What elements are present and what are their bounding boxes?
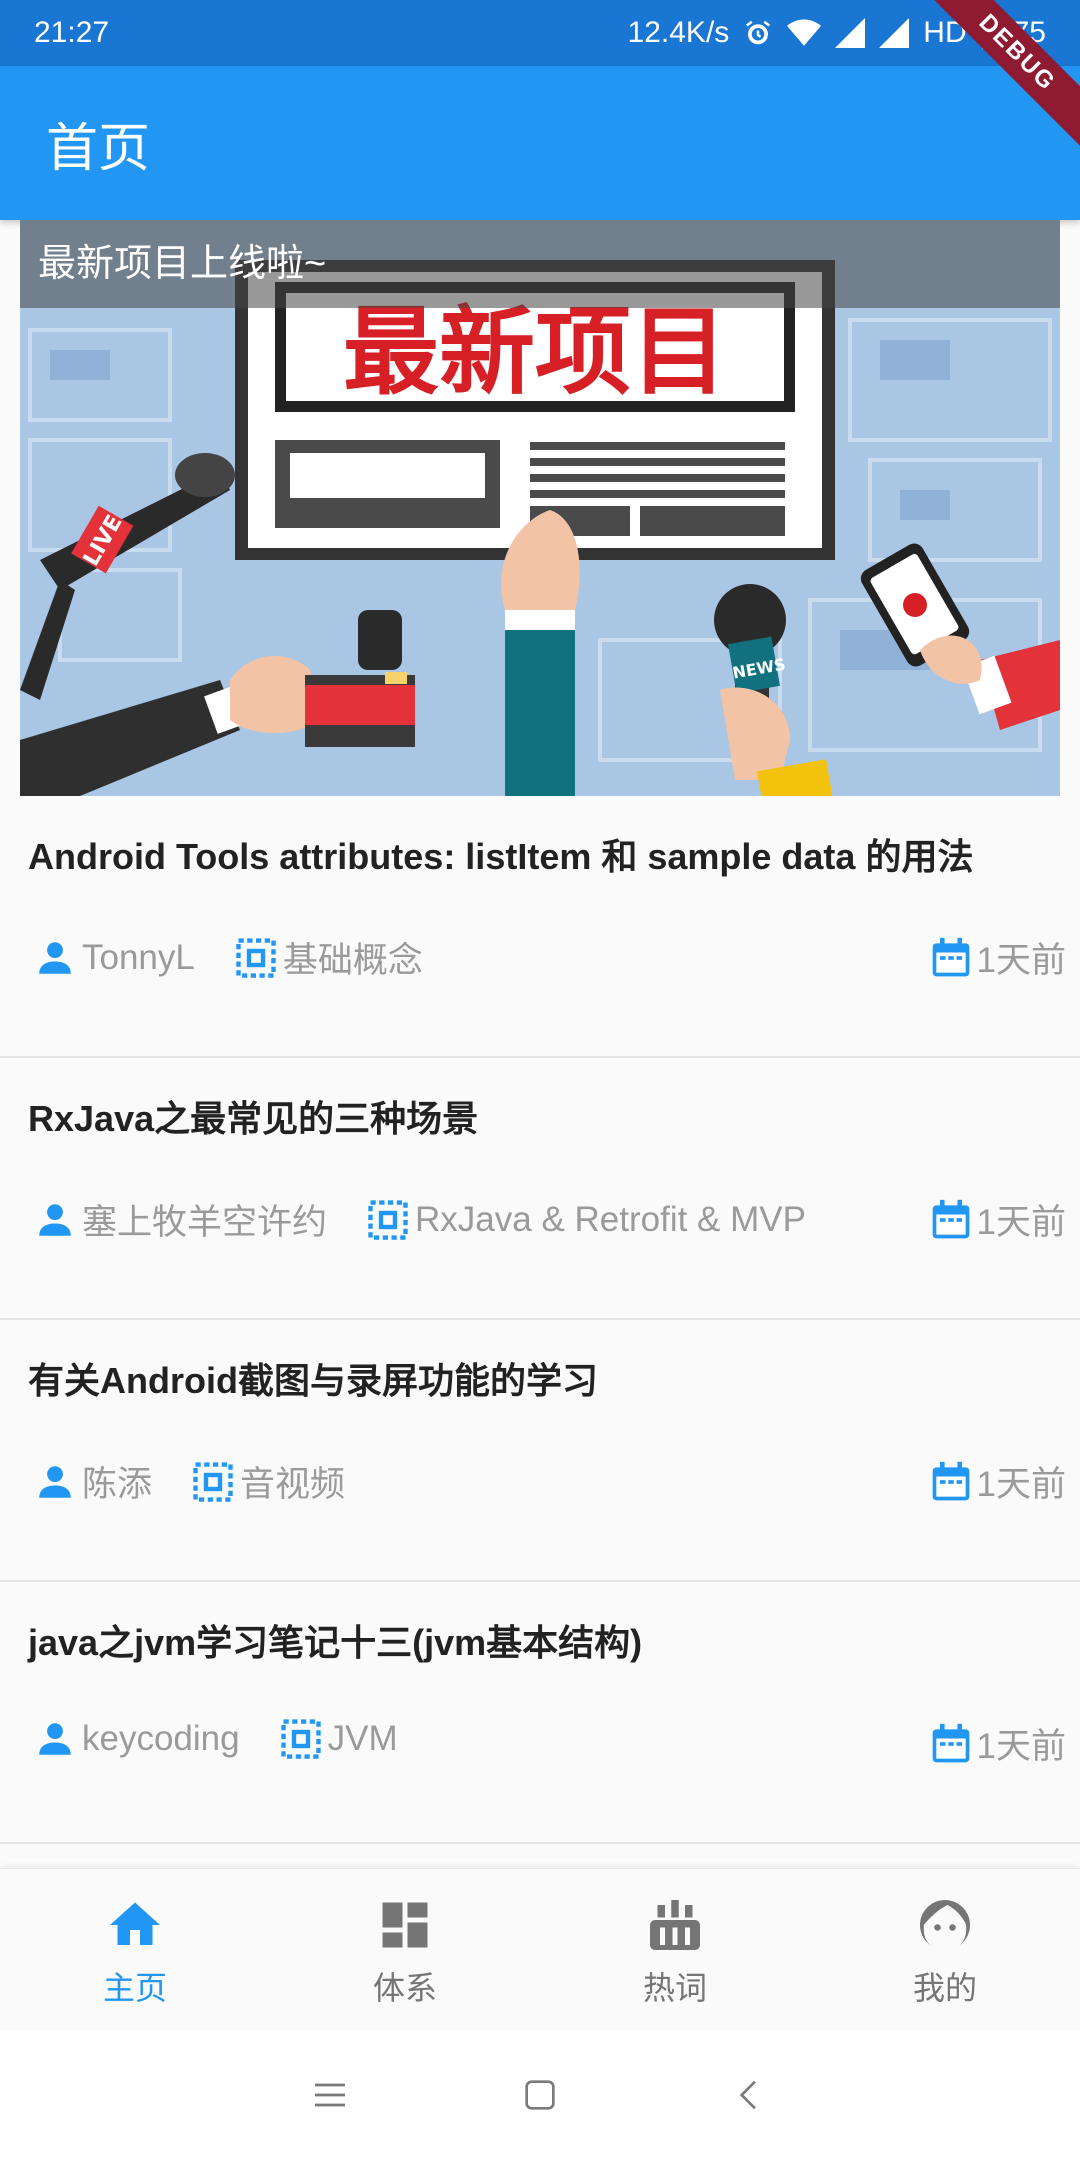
app-bar: 首页 xyxy=(0,66,1080,220)
article-title: 有关Android截图与录屏功能的学习 xyxy=(28,1360,598,1401)
date-label: 1天前 xyxy=(976,1727,1066,1766)
menu-icon[interactable] xyxy=(310,2075,350,2115)
nav-system-label: 体系 xyxy=(372,1970,437,2006)
category-chip[interactable]: 基础概念 xyxy=(235,932,423,983)
signal-icon xyxy=(835,18,866,48)
category-name: JVM xyxy=(327,1719,398,1758)
nav-hot-label: 热词 xyxy=(642,1970,707,2006)
author-name: 陈添 xyxy=(82,1465,153,1504)
category-icon xyxy=(193,1461,233,1502)
article-title: RxJava之最常见的三种场景 xyxy=(28,1098,479,1139)
hot-icon xyxy=(650,1900,700,1950)
list-item[interactable]: java之jvm学习笔记十三(jvm基本结构) keycoding JVM 1天… xyxy=(0,1582,1080,1844)
home-button-icon[interactable] xyxy=(520,2075,560,2115)
date-label: 1天前 xyxy=(976,1203,1066,1242)
banner-headline: 最新项目 xyxy=(343,296,727,408)
page-title: 首页 xyxy=(46,119,151,178)
category-icon xyxy=(368,1199,408,1240)
category-name: 音视频 xyxy=(240,1465,346,1504)
list-item[interactable]: 有关Android截图与录屏功能的学习 陈添 音视频 1天前 xyxy=(0,1320,1080,1582)
nav-mine-label: 我的 xyxy=(912,1970,977,2006)
person-icon xyxy=(39,941,71,974)
category-icon xyxy=(236,937,276,978)
author-chip[interactable]: TonnyL xyxy=(34,937,195,979)
date-label: 1天前 xyxy=(976,941,1066,980)
article-title: java之jvm学习笔记十三(jvm基本结构) xyxy=(28,1622,643,1663)
status-bar: 21:27 12.4K/s HD 75 xyxy=(0,0,1080,66)
status-time: 21:27 xyxy=(34,16,110,49)
person-icon xyxy=(39,1203,71,1236)
date-label: 1天前 xyxy=(976,1465,1066,1504)
calendar-icon xyxy=(932,1199,969,1238)
calendar-icon xyxy=(932,937,969,976)
nav-mine[interactable]: 我的 xyxy=(810,1869,1080,2030)
article-title: Android Tools attributes: listItem 和 sam… xyxy=(28,836,974,877)
author-name: TonnyL xyxy=(82,937,195,977)
nav-system[interactable]: 体系 xyxy=(270,1869,540,2030)
author-chip[interactable]: keycoding xyxy=(34,1718,240,1760)
back-icon[interactable] xyxy=(730,2075,770,2115)
article-meta: 塞上牧羊空许约 RxJava & Retrofit & MVP xyxy=(34,1194,846,1245)
category-chip[interactable]: JVM xyxy=(280,1718,398,1760)
person-icon xyxy=(39,1723,71,1755)
dashboard-icon xyxy=(382,1902,428,1948)
net-speed: 12.4K/s xyxy=(627,16,730,49)
author-name: keycoding xyxy=(82,1719,240,1758)
nav-home-label: 主页 xyxy=(102,1970,167,2006)
person-icon xyxy=(39,1465,71,1498)
article-list: Android Tools attributes: listItem 和 sam… xyxy=(0,796,1080,1844)
list-item[interactable]: Android Tools attributes: listItem 和 sam… xyxy=(0,796,1080,1058)
signal-icon xyxy=(879,18,910,48)
category-name: 基础概念 xyxy=(282,941,423,980)
nav-home[interactable]: 主页 xyxy=(0,1869,270,2030)
list-item[interactable]: RxJava之最常见的三种场景 塞上牧羊空许约 RxJava & Retrofi… xyxy=(0,1058,1080,1320)
article-date: 1天前 xyxy=(929,932,1066,983)
banner-caption: 最新项目上线啦~ xyxy=(20,220,1060,308)
author-name: 塞上牧羊空许约 xyxy=(82,1203,328,1242)
article-meta: keycoding JVM xyxy=(34,1718,438,1760)
alarm-icon xyxy=(743,18,773,48)
home-icon xyxy=(110,1902,160,1945)
project-banner[interactable]: 最新项目 LIVE NEWS 最新项目上线啦~ xyxy=(20,220,1060,796)
system-nav-bar xyxy=(0,2030,1080,2160)
author-chip[interactable]: 陈添 xyxy=(34,1456,152,1507)
face-icon xyxy=(920,1900,970,1952)
article-date: 1天前 xyxy=(929,1718,1066,1769)
category-icon xyxy=(280,1719,321,1759)
nav-hot[interactable]: 热词 xyxy=(540,1869,810,2030)
category-chip[interactable]: 音视频 xyxy=(192,1456,345,1507)
bottom-navigation: 主页 体系 热词 我的 xyxy=(0,1868,1080,2030)
article-date: 1天前 xyxy=(929,1456,1066,1507)
article-meta: 陈添 音视频 xyxy=(34,1456,385,1507)
calendar-icon xyxy=(932,1723,969,1762)
article-date: 1天前 xyxy=(929,1194,1066,1245)
calendar-icon xyxy=(932,1461,969,1500)
author-chip[interactable]: 塞上牧羊空许约 xyxy=(34,1194,327,1245)
article-meta: TonnyL 基础概念 xyxy=(34,932,463,983)
category-name: RxJava & Retrofit & MVP xyxy=(415,1199,806,1239)
category-chip[interactable]: RxJava & Retrofit & MVP xyxy=(367,1199,806,1241)
wifi-icon xyxy=(787,18,822,48)
